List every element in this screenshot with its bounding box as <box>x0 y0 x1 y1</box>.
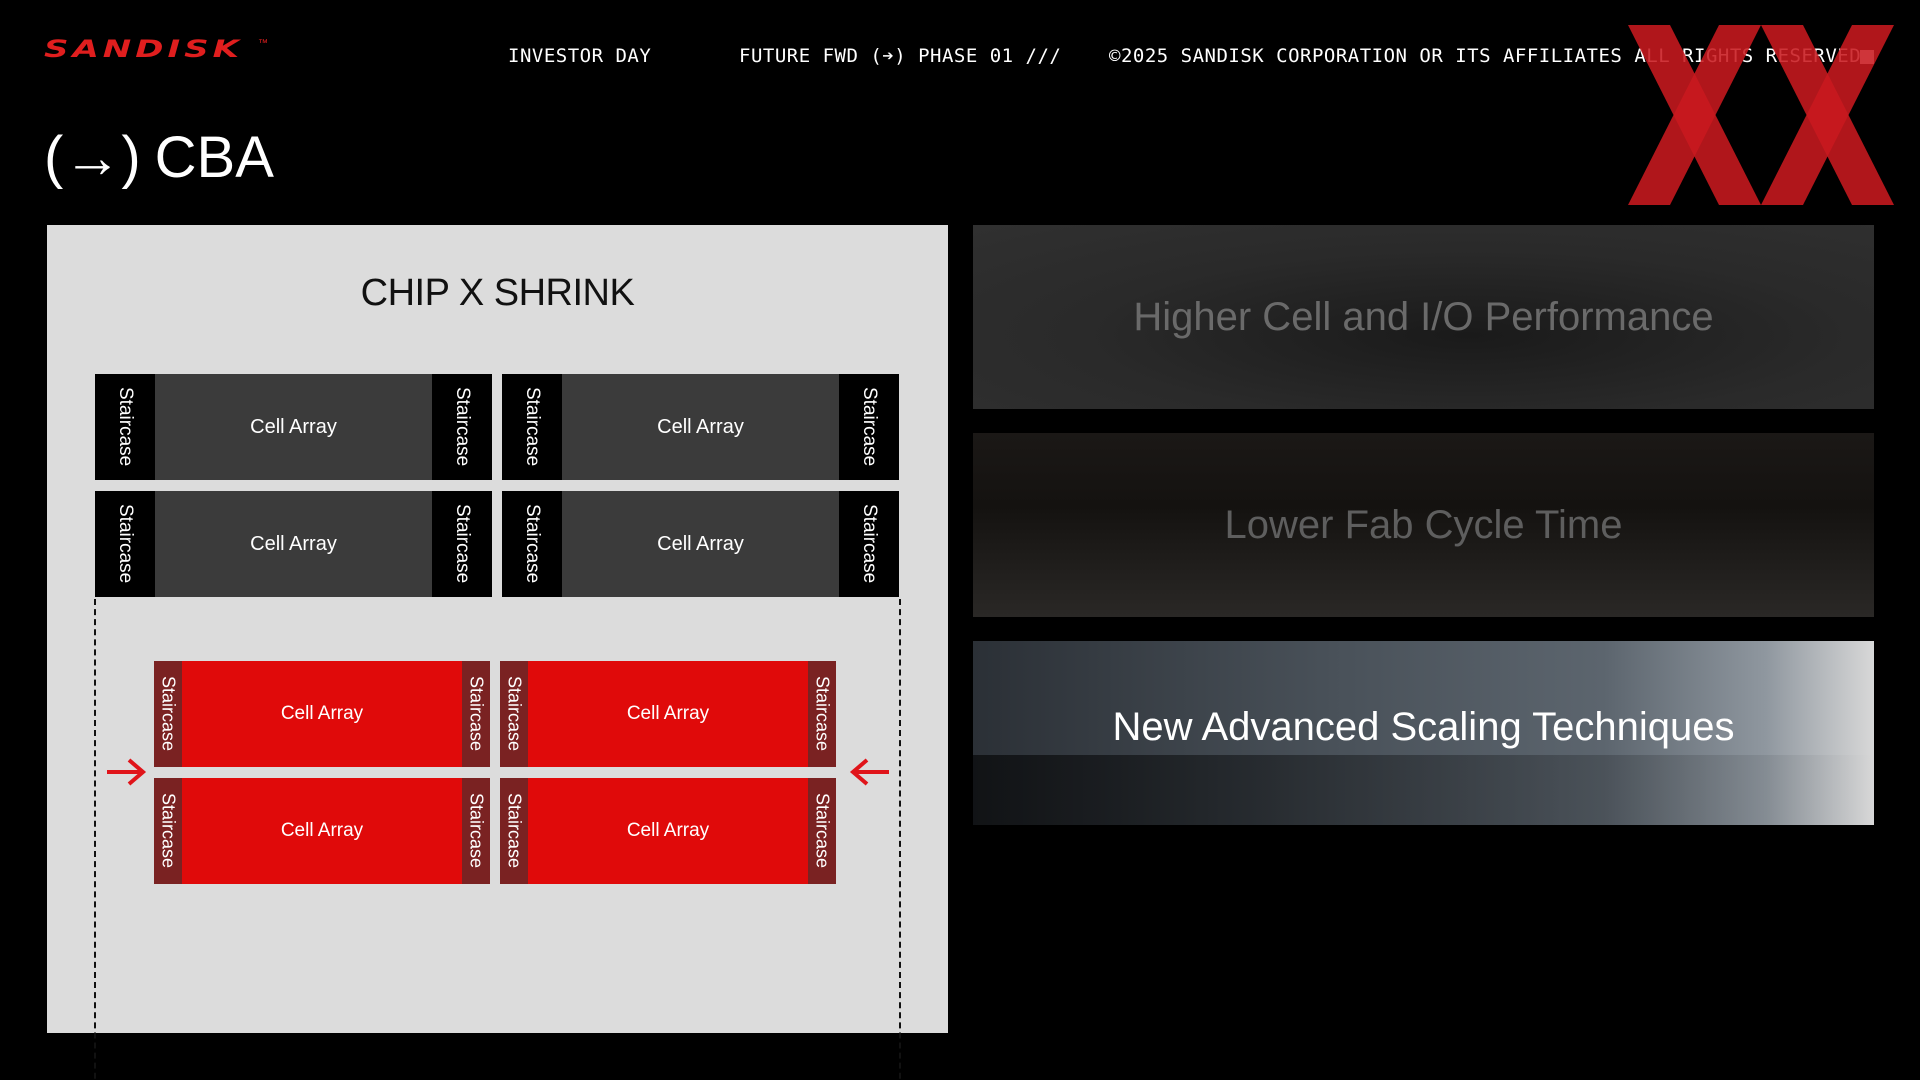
xx-brand-mark-icon <box>1628 25 1894 205</box>
staircase: Staircase <box>502 491 562 597</box>
diagram-title: CHIP X SHRINK <box>360 272 635 314</box>
staircase-label: Staircase <box>452 504 473 584</box>
staircase-label: Staircase <box>522 387 543 467</box>
chip-shrink-diagram: CHIP X SHRINK Staircase Cell Array Stair… <box>47 225 948 1080</box>
shrunk-block: Staircase Cell Array Staircase <box>500 661 836 767</box>
staircase-label: Staircase <box>812 676 833 752</box>
staircase-label: Staircase <box>522 504 543 584</box>
page-title: (→) CBA <box>44 128 274 188</box>
staircase: Staircase <box>500 778 528 884</box>
feature-label: Higher Cell and I/O Performance <box>1133 294 1714 339</box>
feature-advanced-scaling: New Advanced Scaling Techniques <box>973 641 1874 825</box>
staircase-label: Staircase <box>115 504 136 584</box>
original-block: Staircase Cell Array Staircase <box>95 374 492 480</box>
feature-lower-fab-cycle: Lower Fab Cycle Time <box>973 433 1874 617</box>
staircase: Staircase <box>462 661 490 767</box>
staircase: Staircase <box>95 491 155 597</box>
staircase-label: Staircase <box>158 793 179 869</box>
staircase: Staircase <box>839 491 899 597</box>
staircase: Staircase <box>95 374 155 480</box>
cell-array: Cell Array <box>280 703 364 724</box>
feature-label: New Advanced Scaling Techniques <box>1112 704 1735 749</box>
cell-array: Cell Array <box>250 415 337 438</box>
sandisk-logo: SANDISK ™ <box>44 35 274 70</box>
original-block: Staircase Cell Array Staircase <box>95 491 492 597</box>
page-title-text: CBA <box>154 125 274 190</box>
staircase-label: Staircase <box>466 676 487 752</box>
cell-array: Cell Array <box>280 820 364 841</box>
staircase: Staircase <box>808 661 836 767</box>
staircase: Staircase <box>462 778 490 884</box>
staircase-label: Staircase <box>504 676 525 752</box>
feature-shade <box>973 755 1874 825</box>
feature-higher-performance: Higher Cell and I/O Performance <box>973 225 1874 409</box>
cell-array: Cell Array <box>626 820 710 841</box>
arrow-right-icon: (→) <box>44 125 141 190</box>
original-block: Staircase Cell Array Staircase <box>502 491 899 597</box>
original-block: Staircase Cell Array Staircase <box>502 374 899 480</box>
shrunk-block: Staircase Cell Array Staircase <box>500 778 836 884</box>
cell-array: Cell Array <box>657 532 744 555</box>
shrunk-block: Staircase Cell Array Staircase <box>154 661 490 767</box>
original-boundary-right <box>899 599 901 1080</box>
logo-wordmark: SANDISK <box>44 35 243 64</box>
logo-trademark: ™ <box>258 38 268 49</box>
staircase: Staircase <box>839 374 899 480</box>
cell-array: Cell Array <box>657 415 744 438</box>
staircase-label: Staircase <box>452 387 473 467</box>
feature-label: Lower Fab Cycle Time <box>1224 502 1623 547</box>
cell-array: Cell Array <box>250 532 337 555</box>
staircase-label: Staircase <box>158 676 179 752</box>
staircase: Staircase <box>432 374 492 480</box>
staircase: Staircase <box>432 491 492 597</box>
staircase: Staircase <box>502 374 562 480</box>
header-investor-day: INVESTOR DAY <box>508 45 652 67</box>
staircase-label: Staircase <box>859 504 880 584</box>
staircase: Staircase <box>154 661 182 767</box>
staircase-label: Staircase <box>859 387 880 467</box>
staircase: Staircase <box>808 778 836 884</box>
arrow-left-red-icon <box>849 758 889 786</box>
cell-array: Cell Array <box>626 703 710 724</box>
staircase: Staircase <box>500 661 528 767</box>
arrow-right-red-icon <box>107 758 147 786</box>
staircase-label: Staircase <box>504 793 525 869</box>
original-boundary-left <box>94 599 96 1080</box>
staircase-label: Staircase <box>115 387 136 467</box>
staircase: Staircase <box>154 778 182 884</box>
header-future-fwd: FUTURE FWD (➔) PHASE 01 /// <box>739 45 1062 67</box>
staircase-label: Staircase <box>466 793 487 869</box>
staircase-label: Staircase <box>812 793 833 869</box>
shrunk-block: Staircase Cell Array Staircase <box>154 778 490 884</box>
